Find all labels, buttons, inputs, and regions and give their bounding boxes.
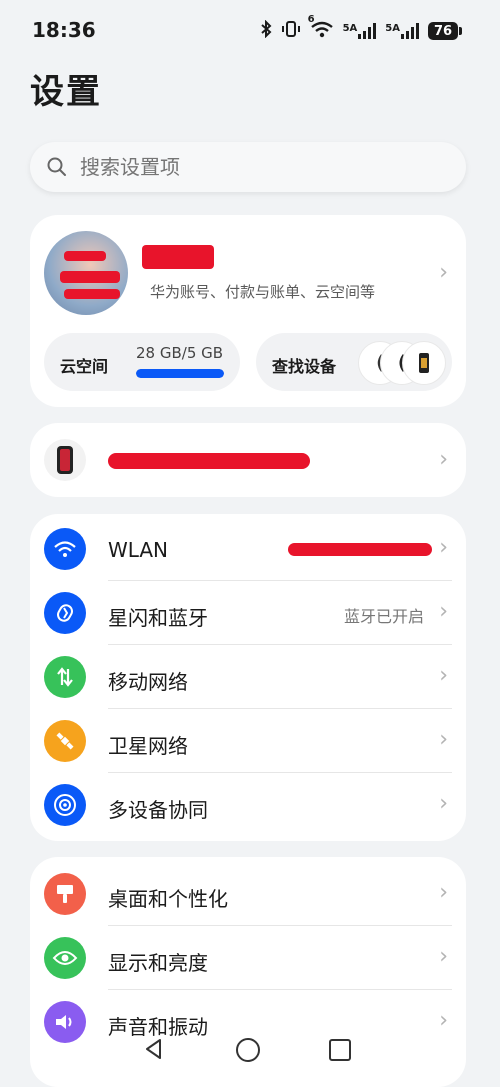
bluetooth-status-icon <box>260 19 272 42</box>
battery-level: 76 <box>428 22 458 40</box>
multi-device-row[interactable]: 多设备协同 › <box>30 773 466 837</box>
wlan-row[interactable]: WLAN › <box>30 517 466 581</box>
my-device-card[interactable]: › <box>30 423 466 497</box>
find-device-label: 查找设备 <box>272 357 337 376</box>
bluetooth-label: 星闪和蓝牙 <box>108 606 208 630</box>
signal-2-icon: 5A <box>385 23 419 39</box>
chevron-right-icon: › <box>439 663 448 688</box>
display-brightness-row[interactable]: 显示和亮度 › <box>30 926 466 990</box>
page-title: 设置 <box>30 72 102 112</box>
network-settings-card: WLAN › 星闪和蓝牙 蓝牙已开启 › 移动网络 › 卫星网络 › 多设备协同… <box>30 514 466 841</box>
chevron-right-icon: › <box>439 727 448 752</box>
vibrate-status-icon <box>281 20 301 42</box>
status-icons: 6 5A 5A 76 <box>260 14 462 43</box>
find-device-button[interactable]: 查找设备 <box>256 333 452 391</box>
wifi-badge: 6 <box>307 14 315 25</box>
mobile-data-icon <box>44 656 86 698</box>
mobile-network-row[interactable]: 移动网络 › <box>30 645 466 709</box>
desktop-personalization-row[interactable]: 桌面和个性化 › <box>30 862 466 926</box>
chevron-right-icon: › <box>439 447 448 472</box>
search-input[interactable] <box>78 154 422 180</box>
device-name-redacted <box>108 453 310 469</box>
account-name-redacted <box>142 245 214 269</box>
paintbrush-icon <box>44 873 86 915</box>
cloud-usage: 28 GB/5 GB <box>136 344 224 362</box>
redaction-mark <box>60 271 120 283</box>
device-icon <box>402 341 446 385</box>
chevron-right-icon: › <box>439 880 448 905</box>
account-subtitle: 华为账号、付款与账单、云空间等 <box>150 283 376 301</box>
satellite-network-label: 卫星网络 <box>108 734 188 758</box>
chevron-right-icon: › <box>439 260 448 285</box>
account-card[interactable]: 华为账号、付款与账单、云空间等 › 云空间 28 GB/5 GB 查找设备 <box>30 215 466 407</box>
chevron-right-icon: › <box>439 599 448 624</box>
signal-1-icon: 5A <box>343 23 377 39</box>
wlan-label: WLAN <box>108 538 169 562</box>
bluetooth-row[interactable]: 星闪和蓝牙 蓝牙已开启 › <box>30 581 466 645</box>
cloud-storage-button[interactable]: 云空间 28 GB/5 GB <box>44 333 240 391</box>
wlan-ssid-redacted <box>288 543 432 556</box>
wifi-status-icon: 6 <box>308 14 334 42</box>
multi-device-label: 多设备协同 <box>108 798 208 822</box>
battery-icon: 76 <box>428 22 462 40</box>
bluetooth-icon <box>44 592 86 634</box>
back-icon[interactable] <box>142 1037 166 1061</box>
home-icon[interactable] <box>235 1037 261 1063</box>
redaction-mark <box>64 251 106 261</box>
chevron-right-icon: › <box>439 944 448 969</box>
display-brightness-label: 显示和亮度 <box>108 951 208 975</box>
satellite-icon <box>44 720 86 762</box>
navigation-bar <box>0 1025 500 1070</box>
wifi-icon <box>44 528 86 570</box>
satellite-network-row[interactable]: 卫星网络 › <box>30 709 466 773</box>
cloud-usage-bar <box>136 369 224 378</box>
recents-icon[interactable] <box>328 1038 352 1062</box>
redaction-mark <box>64 289 120 299</box>
cloud-label: 云空间 <box>60 357 109 376</box>
phone-icon <box>44 439 86 481</box>
status-time: 18:36 <box>32 18 96 42</box>
mobile-network-label: 移动网络 <box>108 670 188 694</box>
avatar[interactable] <box>44 231 128 315</box>
desktop-personalization-label: 桌面和个性化 <box>108 887 228 911</box>
chevron-right-icon: › <box>439 791 448 816</box>
bluetooth-status: 蓝牙已开启 <box>343 607 424 626</box>
chevron-right-icon: › <box>439 535 448 560</box>
network-type-2: 5A <box>385 23 400 34</box>
status-bar: 18:36 6 5A 5A 76 <box>0 0 500 60</box>
network-type-1: 5A <box>342 23 358 34</box>
search-icon <box>47 157 66 176</box>
multi-device-icon <box>44 784 86 826</box>
cloud-usage-bar-fill <box>136 369 224 378</box>
search-bar[interactable] <box>30 142 466 192</box>
eye-icon <box>44 937 86 979</box>
